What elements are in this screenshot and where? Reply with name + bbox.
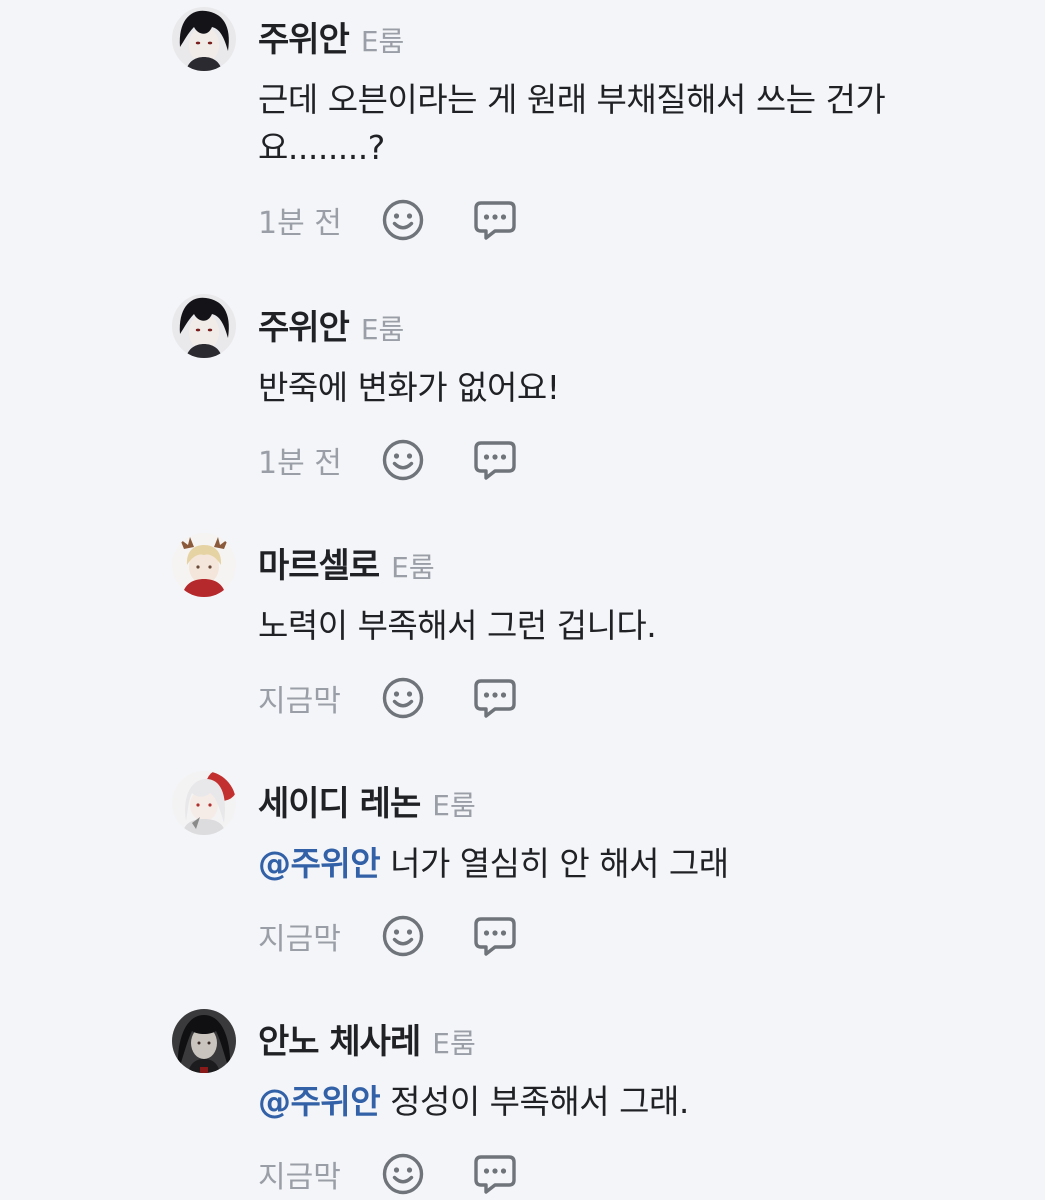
user-mention[interactable]: @주위안 [258,844,381,883]
room-badge: E룸 [360,25,405,58]
author-line: 마르셀로 E룸 [258,538,435,587]
speech-bubble-icon[interactable] [472,675,518,721]
user-mention[interactable]: @주위안 [258,1082,381,1121]
smiley-face-icon[interactable] [380,675,426,721]
comment-text: 반죽에 변화가 없어요! [258,364,958,412]
smiley-face-icon[interactable] [380,197,426,243]
author-name[interactable]: 주위안 [258,300,350,349]
comment-text: 근데 오븐이라는 게 원래 부채질해서 쓰는 건가요........? [258,76,958,172]
comment-body: 너가 열심히 안 해서 그래 [390,844,729,883]
comment-body: 노력이 부족해서 그런 겁니다. [258,606,657,645]
smiley-face-icon[interactable] [380,1151,426,1197]
avatar[interactable] [172,533,236,597]
avatar[interactable] [172,294,236,358]
smiley-face-icon[interactable] [380,437,426,483]
avatar[interactable] [172,7,236,71]
comment-meta: 1분 전 [258,436,518,484]
timestamp: 지금막 [258,684,341,719]
comment-body: 정성이 부족해서 그래. [390,1082,689,1121]
author-name[interactable]: 주위안 [258,12,350,61]
author-line: 주위안 E룸 [258,12,404,61]
comment-body: 반죽에 변화가 없어요! [258,368,560,407]
comment-text: 노력이 부족해서 그런 겁니다. [258,602,958,650]
timestamp: 1분 전 [258,446,342,481]
speech-bubble-icon[interactable] [472,913,518,959]
avatar[interactable] [172,771,236,835]
comment-text: @주위안 정성이 부족해서 그래. [258,1078,958,1126]
author-line: 세이디 레논 E룸 [258,776,476,825]
room-badge: E룸 [360,313,405,346]
author-name[interactable]: 안노 체사레 [258,1014,421,1063]
author-name[interactable]: 마르셀로 [258,538,380,587]
timestamp: 지금막 [258,922,341,957]
comment-meta: 지금막 [258,912,518,960]
smiley-face-icon[interactable] [380,913,426,959]
avatar[interactable] [172,1009,236,1073]
room-badge: E룸 [391,551,435,584]
room-badge: E룸 [432,1027,476,1060]
comment-meta: 1분 전 [258,196,518,244]
comment-body: 근데 오븐이라는 게 원래 부채질해서 쓰는 건가요........? [258,80,886,167]
comment-meta: 지금막 [258,1150,518,1198]
room-badge: E룸 [432,789,476,822]
speech-bubble-icon[interactable] [472,437,518,483]
comment-text: @주위안 너가 열심히 안 해서 그래 [258,840,958,888]
timestamp: 지금막 [258,1160,341,1195]
speech-bubble-icon[interactable] [472,1151,518,1197]
author-line: 안노 체사레 E룸 [258,1014,476,1063]
comment-feed: 주위안 E룸 근데 오븐이라는 게 원래 부채질해서 쓰는 건가요.......… [0,0,1045,1200]
timestamp: 1분 전 [258,206,342,241]
author-line: 주위안 E룸 [258,300,404,349]
speech-bubble-icon[interactable] [472,197,518,243]
author-name[interactable]: 세이디 레논 [258,776,421,825]
comment-meta: 지금막 [258,674,518,722]
